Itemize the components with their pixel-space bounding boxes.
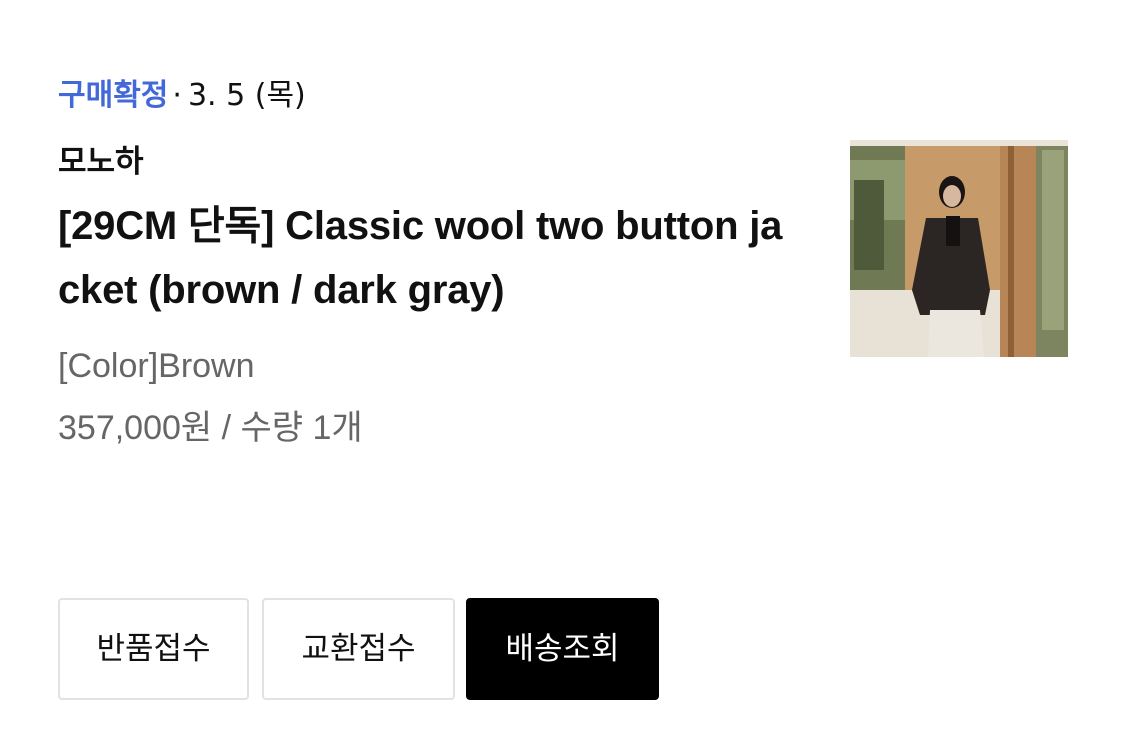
order-date: 3. 5 (목) bbox=[187, 78, 306, 113]
delivery-tracking-button[interactable]: 배송조회 bbox=[466, 598, 659, 700]
return-request-button[interactable]: 반품접수 bbox=[58, 598, 249, 700]
product-title[interactable]: [29CM 단독] Classic wool two button jacket… bbox=[58, 194, 798, 322]
order-status-line: 구매확정 · 3. 5 (목) bbox=[58, 74, 306, 118]
order-item-card: 구매확정 · 3. 5 (목) 모노하 [29CM 단독] Classic wool… bbox=[0, 0, 1125, 739]
product-thumbnail[interactable] bbox=[850, 140, 1068, 357]
exchange-request-button[interactable]: 교환접수 bbox=[262, 598, 455, 700]
product-photo-image bbox=[850, 140, 1068, 357]
purchase-confirmed-status: 구매확정 bbox=[58, 78, 169, 113]
product-option: [Color]Brown bbox=[58, 347, 255, 385]
product-price-quantity: 357,000원 / 수량 1개 bbox=[58, 409, 363, 447]
status-separator: · bbox=[172, 78, 182, 113]
brand-name[interactable]: 모노하 bbox=[58, 140, 144, 184]
